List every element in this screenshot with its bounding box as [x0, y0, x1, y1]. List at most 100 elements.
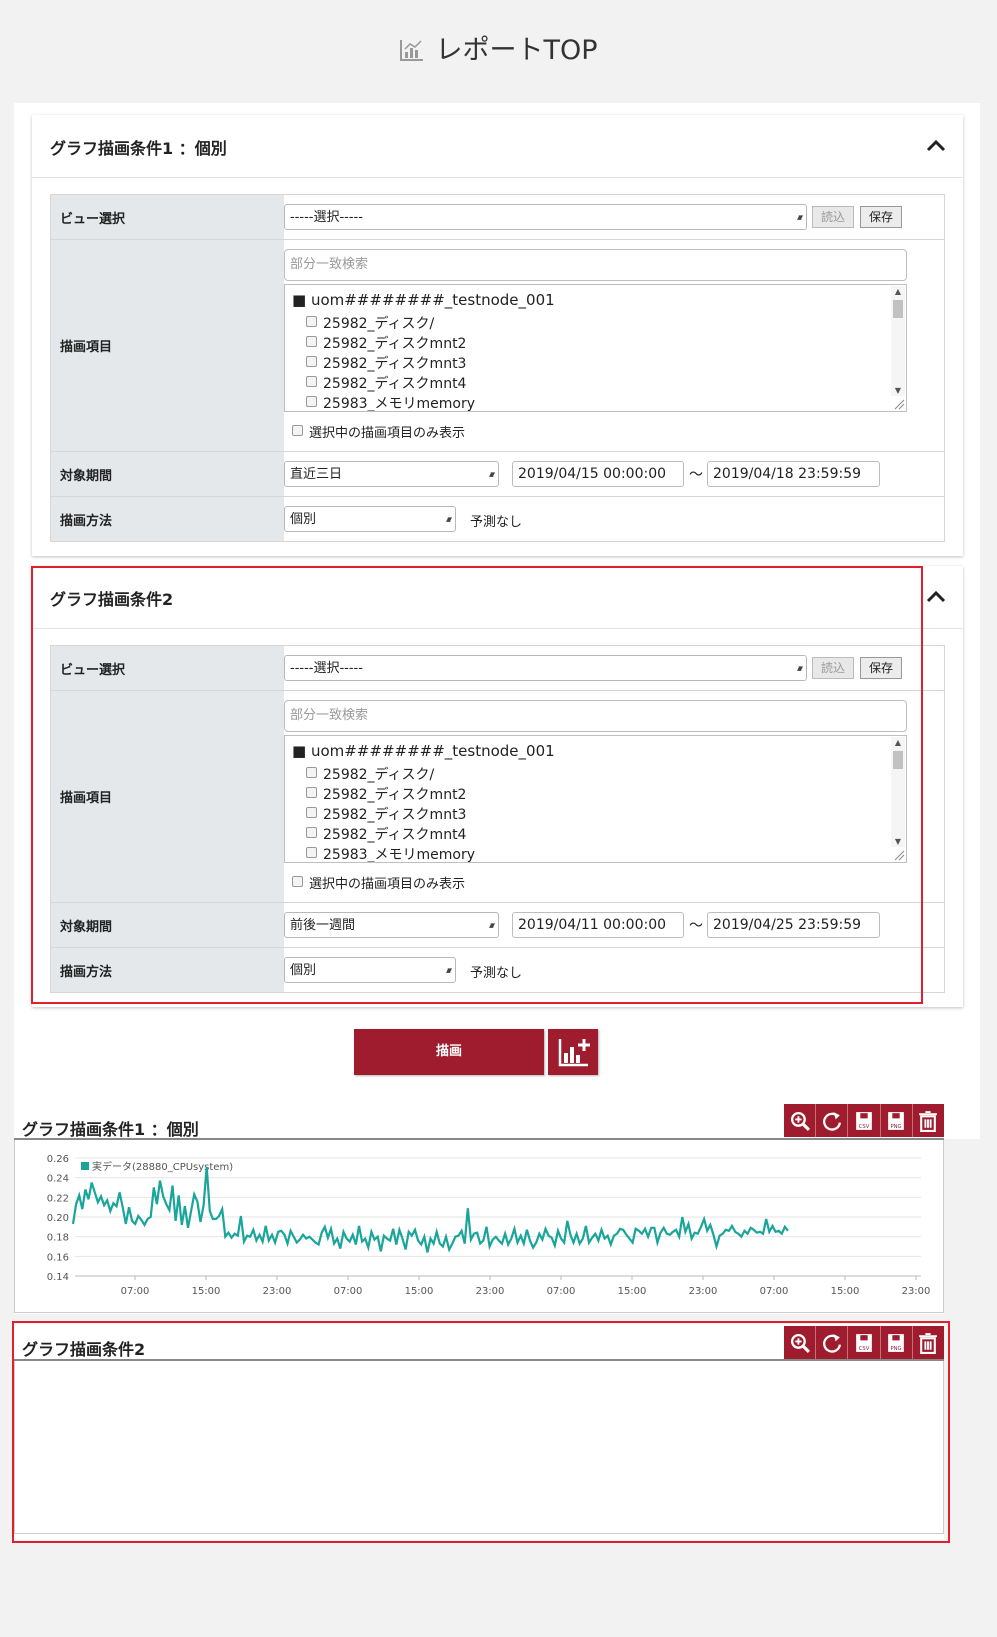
graph-toolbar: CSV PNG [784, 1326, 944, 1359]
item-checkbox[interactable] [306, 827, 317, 838]
trash-button[interactable] [911, 1326, 944, 1359]
scroll-thumb[interactable] [893, 751, 903, 769]
graph-panel-1: グラフ描画条件1 ：個別 CSV PNG 0.26 0.24 0.22 0.20 0.18… [14, 1104, 944, 1314]
scrollbar[interactable]: ▲ ▼ [891, 737, 905, 847]
item-checkbox[interactable] [306, 376, 317, 387]
legend-label: 実データ(28880_CPUsystem) [92, 1160, 233, 1173]
item-checkbox[interactable] [306, 396, 317, 407]
list-item[interactable]: 25983_メモリmemory [306, 393, 475, 411]
chevron-up-icon[interactable] [925, 137, 947, 153]
label-items: 描画項目 [51, 240, 284, 451]
save-button[interactable]: 保存 [860, 657, 902, 679]
x-tick-label: 07:00 [547, 1286, 576, 1297]
label-period: 対象期間 [51, 452, 284, 496]
scroll-down-icon[interactable]: ▼ [891, 837, 905, 846]
item-checkbox[interactable] [306, 316, 317, 327]
trash-button[interactable] [911, 1104, 944, 1137]
show-selected-only-toggle[interactable]: 選択中の描画項目のみ表示 [292, 873, 465, 892]
item-checkbox[interactable] [306, 847, 317, 858]
refresh-button[interactable] [815, 1104, 847, 1137]
show-selected-checkbox[interactable] [292, 876, 303, 887]
chevron-up-icon[interactable] [925, 588, 947, 604]
row-method: 描画方法 個別 ▴▾ 予測なし [51, 497, 944, 541]
period-select[interactable]: 前後一週間 ▴▾ [284, 912, 499, 938]
png-download-button[interactable]: PNG [879, 1326, 912, 1359]
line-chart: 0.26 0.24 0.22 0.20 0.18 0.16 0.14 07:00 15:00 23… [47, 1154, 931, 1297]
view-select[interactable]: -----選択----- ▴▾ [284, 204, 807, 230]
panel-header[interactable]: グラフ描画条件2 [32, 566, 963, 629]
period-select-value: 前後一週間 [290, 918, 356, 933]
x-tick-label: 15:00 [405, 1286, 434, 1297]
method-select[interactable]: 個別 ▴▾ [284, 506, 456, 532]
zoom-icon [790, 1111, 810, 1131]
item-checkbox[interactable] [306, 807, 317, 818]
scrollbar[interactable]: ▲ ▼ [891, 286, 905, 396]
row-method: 描画方法 個別 ▴▾ 予測なし [51, 948, 944, 992]
list-item[interactable]: 25983_メモリmemory [306, 844, 475, 862]
resize-handle-icon[interactable] [891, 396, 905, 410]
x-tick-label: 23:00 [476, 1286, 505, 1297]
series-line [71, 1166, 789, 1253]
row-period: 対象期間 直近三日 ▴▾ 2019/04/15 00:00:00 ～ 2019/0… [51, 452, 944, 497]
graph-toolbar: CSV PNG [784, 1104, 944, 1137]
list-item[interactable]: 25982_ディスクmnt4 [306, 373, 466, 393]
date-from-input[interactable]: 2019/04/15 00:00:00 [512, 461, 684, 487]
show-selected-checkbox[interactable] [292, 425, 303, 436]
method-select[interactable]: 個別 ▴▾ [284, 957, 456, 983]
scroll-up-icon[interactable]: ▲ [891, 287, 905, 296]
refresh-button[interactable] [815, 1326, 847, 1359]
draw-button[interactable]: 描画 [354, 1029, 544, 1075]
list-item[interactable]: 25982_ディスク/ [306, 764, 434, 784]
add-graph-button[interactable] [548, 1029, 598, 1075]
item-checkbox[interactable] [306, 356, 317, 367]
y-tick-label: 0.14 [47, 1272, 69, 1283]
items-listbox[interactable]: ■ uom########_testnode_001 25982_ディスク/25… [284, 735, 907, 863]
show-selected-only-toggle[interactable]: 選択中の描画項目のみ表示 [292, 422, 465, 441]
panel-header[interactable]: グラフ描画条件1 ：個別 [32, 115, 963, 178]
scroll-up-icon[interactable]: ▲ [891, 738, 905, 747]
method-select-value: 個別 [290, 963, 317, 978]
date-to-input[interactable]: 2019/04/18 23:59:59 [707, 461, 880, 487]
scroll-down-icon[interactable]: ▼ [891, 386, 905, 395]
item-checkbox[interactable] [306, 787, 317, 798]
list-item[interactable]: 25982_ディスクmnt2 [306, 333, 466, 353]
date-from-input[interactable]: 2019/04/11 00:00:00 [512, 912, 684, 938]
item-checkbox[interactable] [306, 336, 317, 347]
item-label: 25982_ディスク/ [323, 767, 435, 783]
show-selected-label: 選択中の描画項目のみ表示 [309, 877, 466, 892]
list-item[interactable]: 25982_ディスクmnt4 [306, 824, 466, 844]
search-input[interactable]: 部分一致検索 [284, 249, 907, 281]
scroll-thumb[interactable] [893, 300, 903, 318]
trash-icon [919, 1332, 938, 1354]
chart-frame: 0.26 0.24 0.22 0.20 0.18 0.16 0.14 07:00 15:00 23… [14, 1140, 944, 1313]
date-to-input[interactable]: 2019/04/25 23:59:59 [707, 912, 880, 938]
select-arrow-icon: ▴▾ [488, 921, 495, 931]
items-listbox[interactable]: ■ uom########_testnode_001 25982_ディスク/25… [284, 284, 907, 412]
graph-panel-2: グラフ描画条件2 CSV PNG [14, 1324, 944, 1540]
condition-form: ビュー選択 -----選択----- ▴▾ 読込 保存 描画項目 部分一致検索 ■… [50, 194, 945, 542]
select-arrow-icon: ▴▾ [796, 213, 803, 223]
list-item[interactable]: 25982_ディスクmnt3 [306, 353, 466, 373]
csv-download-button[interactable]: CSV [847, 1326, 879, 1359]
x-tick-label: 07:00 [121, 1286, 150, 1297]
search-input[interactable]: 部分一致検索 [284, 700, 907, 732]
load-button[interactable]: 読込 [812, 657, 854, 679]
node-name: ■ uom########_testnode_001 [292, 742, 555, 760]
list-item[interactable]: 25982_ディスクmnt2 [306, 784, 466, 804]
legend-swatch [81, 1162, 89, 1170]
zoom-button[interactable] [784, 1326, 815, 1359]
csv-download-button[interactable]: CSV [847, 1104, 879, 1137]
period-select[interactable]: 直近三日 ▴▾ [284, 461, 499, 487]
item-checkbox[interactable] [306, 767, 317, 778]
resize-handle-icon[interactable] [891, 847, 905, 861]
list-item[interactable]: 25982_ディスク/ [306, 313, 434, 333]
png-download-icon: PNG [888, 1111, 905, 1130]
svg-text:PNG: PNG [891, 1123, 902, 1129]
png-download-button[interactable]: PNG [879, 1104, 912, 1137]
load-button[interactable]: 読込 [812, 206, 854, 228]
view-select[interactable]: -----選択----- ▴▾ [284, 655, 807, 681]
list-item[interactable]: 25982_ディスクmnt3 [306, 804, 466, 824]
page-title-text: レポートTOP [435, 35, 598, 66]
zoom-button[interactable] [784, 1104, 815, 1137]
save-button[interactable]: 保存 [860, 206, 902, 228]
